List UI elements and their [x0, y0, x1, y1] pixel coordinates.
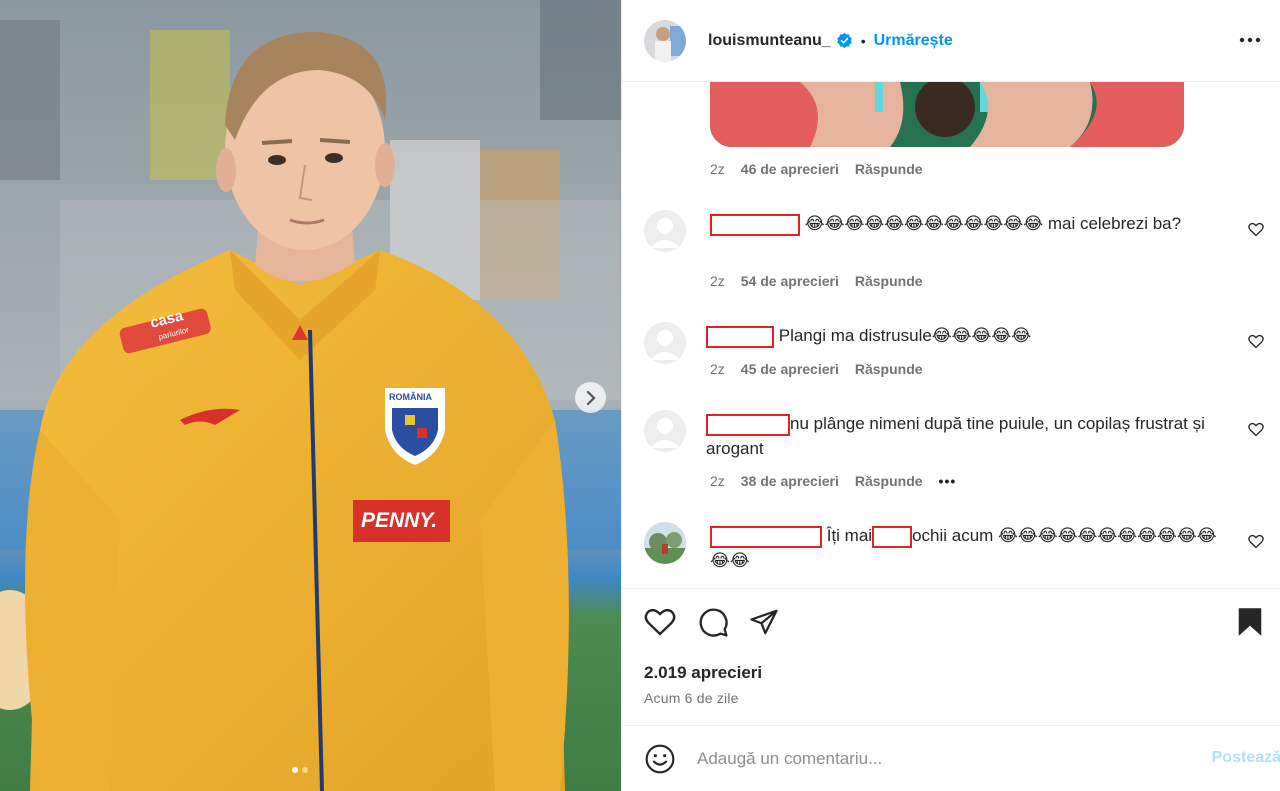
bookmark-filled-icon: [1238, 608, 1262, 636]
heart-outline-icon: [1248, 422, 1264, 437]
emoji-smile-icon: [645, 744, 675, 774]
crest-label: ROMÂNIA: [389, 392, 432, 402]
save-button[interactable]: [1237, 607, 1263, 642]
carousel-dot: [302, 767, 308, 773]
redacted-word: [872, 525, 913, 548]
comment-time: 2z: [710, 473, 725, 489]
default-avatar-icon: [644, 322, 686, 364]
redacted-username: [710, 213, 800, 236]
comment-composer: Postează: [622, 727, 1280, 791]
like-button[interactable]: [644, 607, 676, 642]
author-username[interactable]: louismunteanu_: [708, 32, 831, 50]
chevron-right-icon: [586, 390, 596, 405]
comment-meta: 2z 46 de aprecieri Răspunde: [710, 161, 923, 177]
author-avatar-image: [644, 19, 686, 62]
comment-reply-button[interactable]: Răspunde: [855, 161, 923, 177]
emoji-picker-button[interactable]: [644, 743, 676, 780]
commenter-avatar-image: [644, 522, 686, 564]
commenter-avatar[interactable]: [644, 522, 686, 564]
instagram-post-modal: casa pariurilor ROMÂNIA PENNY. louismunt…: [0, 0, 1280, 791]
send-paper-plane-icon: [750, 609, 778, 635]
redacted-username: [706, 325, 774, 348]
comment-meta: 2z 38 de aprecieri Răspunde •••: [710, 473, 956, 489]
redacted-username: [710, 525, 822, 548]
comment-more-options-button[interactable]: •••: [939, 473, 957, 489]
comment-meta: 2z 54 de aprecieri Răspunde: [710, 273, 923, 289]
likes-count[interactable]: 2.019 aprecieri: [644, 663, 762, 683]
comment-like-button[interactable]: [1248, 534, 1264, 554]
sticker-image: [710, 82, 1184, 147]
default-avatar-icon: [644, 210, 686, 252]
post-timestamp[interactable]: Acum 6 de zile: [644, 690, 739, 706]
comment-meta: 2z 45 de aprecieri Răspunde: [710, 361, 923, 377]
comment-text: Îți mai ochii acum 😂😂😂😂😂😂😂😂😂😂😂😂😂: [710, 523, 1230, 573]
player-photo-illustration: [0, 0, 621, 791]
comment-body: Plangi ma distrusule😂😂😂😂😂: [778, 326, 1032, 345]
verified-badge-icon: [836, 32, 853, 49]
commenter-avatar-placeholder[interactable]: [644, 410, 686, 452]
post-side-panel: louismunteanu_ • Urmărește 2z 46 de apre…: [621, 0, 1280, 791]
post-photo[interactable]: casa pariurilor ROMÂNIA PENNY.: [0, 0, 621, 791]
comment-body: 😂😂😂😂😂😂😂😂😂😂😂😂 mai celebrezi ba?: [804, 214, 1182, 233]
comment-time: 2z: [710, 361, 725, 377]
comment-time: 2z: [710, 273, 725, 289]
comment-reply-button[interactable]: Răspunde: [855, 473, 923, 489]
post-actions: 2.019 aprecieri Acum 6 de zile: [622, 588, 1280, 726]
comment-image-sticker: [710, 82, 1184, 147]
comment-like-button[interactable]: [1248, 222, 1264, 242]
header-separator: •: [860, 32, 866, 49]
comment-text: nu plânge nimeni după tine puiule, un co…: [706, 411, 1226, 461]
sponsor-penny-label: PENNY.: [361, 509, 438, 532]
heart-outline-icon: [1248, 334, 1264, 349]
carousel-dot-active: [292, 767, 298, 773]
comment-item: Îți mai ochii acum 😂😂😂😂😂😂😂😂😂😂😂😂😂: [644, 522, 1264, 588]
author-avatar[interactable]: [644, 19, 686, 62]
comment-time: 2z: [710, 161, 725, 177]
commenter-avatar-placeholder[interactable]: [644, 210, 686, 252]
share-button[interactable]: [749, 607, 779, 642]
comment-reply-button[interactable]: Răspunde: [855, 361, 923, 377]
carousel-indicator: [292, 767, 308, 773]
comment-bubble-icon: [699, 608, 728, 637]
comment-text: Plangi ma distrusule😂😂😂😂😂: [706, 323, 1226, 348]
heart-outline-icon: [1248, 222, 1264, 237]
comment-input[interactable]: [697, 747, 1167, 771]
more-horizontal-icon: [1239, 37, 1261, 43]
post-header: louismunteanu_ • Urmărește: [622, 0, 1280, 82]
comment-body-part: Îți mai: [826, 526, 873, 545]
more-options-button[interactable]: [1239, 30, 1261, 48]
comments-list[interactable]: 2z 46 de aprecieri Răspunde 😂😂😂😂😂😂😂😂😂😂😂😂: [622, 82, 1280, 588]
comment-like-button[interactable]: [1248, 422, 1264, 442]
commenter-avatar-placeholder[interactable]: [644, 322, 686, 364]
default-avatar-icon: [644, 410, 686, 452]
next-image-button[interactable]: [575, 382, 606, 413]
comment-like-button[interactable]: [1248, 334, 1264, 354]
heart-outline-icon: [1248, 534, 1264, 549]
comment-likes[interactable]: 38 de aprecieri: [741, 473, 839, 489]
comment-text: 😂😂😂😂😂😂😂😂😂😂😂😂 mai celebrezi ba?: [710, 211, 1230, 236]
redacted-username: [706, 413, 790, 436]
post-comment-button[interactable]: Postează: [1212, 749, 1280, 767]
comment-likes[interactable]: 45 de aprecieri: [741, 361, 839, 377]
comment-likes[interactable]: 46 de aprecieri: [741, 161, 839, 177]
follow-button[interactable]: Urmărește: [874, 32, 953, 50]
comment-likes[interactable]: 54 de aprecieri: [741, 273, 839, 289]
heart-outline-icon: [644, 608, 676, 636]
comment-reply-button[interactable]: Răspunde: [855, 273, 923, 289]
comment-button[interactable]: [698, 607, 729, 643]
